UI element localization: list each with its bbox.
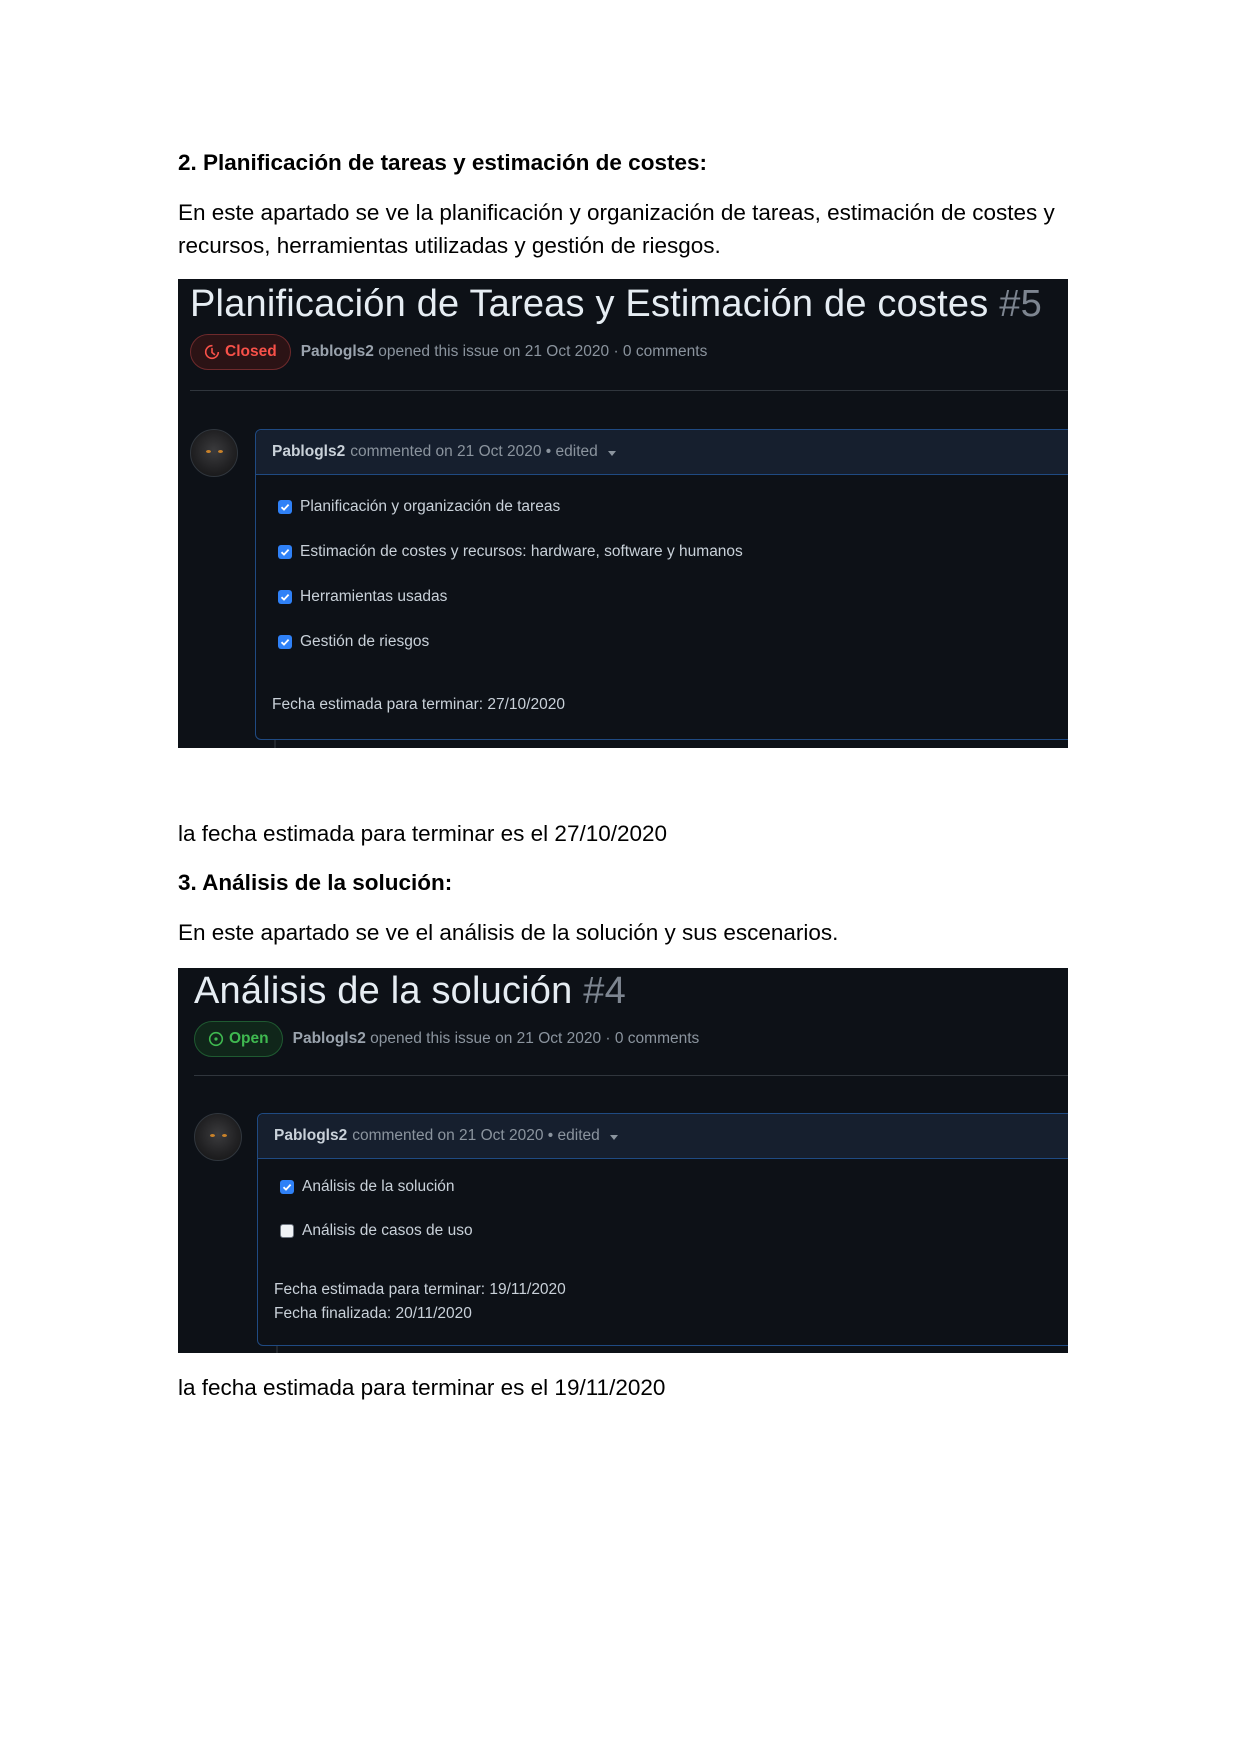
task-item[interactable]: Estimación de costes y recursos: hardwar… — [278, 543, 743, 561]
comment-box: Pablogls2 commented on 21 Oct 2020 • edi… — [255, 429, 1068, 740]
avatar[interactable] — [194, 1113, 242, 1161]
state-label: Closed — [225, 343, 277, 360]
section-3-after-text: la fecha estimada para terminar es el 19… — [178, 1375, 666, 1400]
finished-date-note: Fecha finalizada: 20/11/2020 — [274, 1305, 472, 1322]
issue-meta-text: opened this issue on 21 Oct 2020 · 0 com… — [378, 343, 708, 360]
section-3-intro: En este apartado se ve el análisis de la… — [178, 920, 839, 945]
task-item[interactable]: Análisis de casos de uso — [280, 1222, 473, 1240]
section-2-intro-line-2: recursos, herramientas utilizadas y gest… — [178, 233, 721, 258]
edited-dropdown-caret-icon[interactable] — [607, 451, 616, 456]
comment-author-link[interactable]: Pablogls2 — [272, 443, 345, 461]
avatar-eye-right — [218, 450, 223, 453]
section-2-after-text: la fecha estimada para terminar es el 27… — [178, 821, 668, 846]
task-item[interactable]: Herramientas usadas — [278, 588, 447, 606]
avatar-eye-left — [210, 1134, 215, 1137]
issue-meta-text: opened this issue on 21 Oct 2020 · 0 com… — [370, 1030, 700, 1047]
task-item[interactable]: Planificación y organización de tareas — [278, 498, 560, 516]
issue-title-text: Análisis de la solución — [194, 970, 573, 1012]
checkbox-unchecked-icon[interactable] — [280, 1224, 294, 1238]
comment-header: Pablogls2 commented on 21 Oct 2020 • edi… — [258, 1114, 1068, 1159]
comment-header: Pablogls2 commented on 21 Oct 2020 • edi… — [256, 430, 1068, 475]
issue-title: Análisis de la solución #4 — [194, 970, 626, 1013]
task-label: Análisis de casos de uso — [302, 1222, 473, 1239]
comment-meta: commented on 21 Oct 2020 • edited — [352, 1127, 600, 1144]
avatar-eye-left — [206, 450, 211, 453]
timeline-line — [276, 1345, 278, 1353]
comment-meta: commented on 21 Oct 2020 • edited — [350, 443, 598, 460]
header-divider — [190, 390, 1068, 391]
issue-4-screenshot: Análisis de la solución #4 Open Pablogls… — [178, 968, 1068, 1353]
task-label: Análisis de la solución — [302, 1178, 455, 1195]
checkbox-checked-icon[interactable] — [278, 500, 292, 514]
issue-title: Planificación de Tareas y Estimación de … — [190, 283, 1042, 326]
issue-meta-row: Open Pablogls2 opened this issue on 21 O… — [194, 1021, 699, 1057]
issue-author-link[interactable]: Pablogls2 — [301, 343, 374, 360]
state-label: Open — [229, 1030, 269, 1047]
section-2-heading: 2. Planificación de tareas y estimación … — [178, 150, 707, 175]
task-item[interactable]: Gestión de riesgos — [278, 633, 429, 651]
issue-meta: Pablogls2 opened this issue on 21 Oct 20… — [301, 343, 708, 361]
estimated-date-note: Fecha estimada para terminar: 19/11/2020 — [274, 1281, 566, 1298]
section-3-heading: 3. Análisis de la solución: — [178, 870, 453, 895]
comment-box: Pablogls2 commented on 21 Oct 2020 • edi… — [257, 1113, 1068, 1346]
issue-5-screenshot: Planificación de Tareas y Estimación de … — [178, 279, 1068, 748]
issue-number: #4 — [583, 970, 626, 1012]
task-label: Planificación y organización de tareas — [300, 498, 561, 515]
closed-state-badge: Closed — [190, 334, 291, 370]
checkbox-checked-icon[interactable] — [278, 545, 292, 559]
comment-author-link[interactable]: Pablogls2 — [274, 1127, 347, 1145]
closed-issue-icon — [204, 344, 220, 360]
section-2-intro-line-1: En este apartado se ve la planificación … — [178, 200, 1055, 225]
issue-meta: Pablogls2 opened this issue on 21 Oct 20… — [293, 1030, 700, 1048]
checkbox-checked-icon[interactable] — [280, 1180, 294, 1194]
checkbox-checked-icon[interactable] — [278, 590, 292, 604]
task-label: Herramientas usadas — [300, 588, 448, 605]
timeline-line — [274, 739, 276, 748]
issue-number: #5 — [999, 283, 1042, 325]
task-label: Estimación de costes y recursos: hardwar… — [300, 543, 743, 560]
task-item[interactable]: Análisis de la solución — [280, 1178, 455, 1196]
estimated-date-note: Fecha estimada para terminar: 27/10/2020 — [272, 696, 565, 713]
document-page: 2. Planificación de tareas y estimación … — [0, 0, 1240, 1754]
edited-dropdown-caret-icon[interactable] — [609, 1135, 618, 1140]
checkbox-checked-icon[interactable] — [278, 635, 292, 649]
avatar[interactable] — [190, 429, 238, 477]
open-state-badge: Open — [194, 1021, 283, 1057]
issue-title-text: Planificación de Tareas y Estimación de … — [190, 283, 989, 325]
header-divider — [194, 1075, 1068, 1076]
avatar-eye-right — [222, 1134, 227, 1137]
open-issue-icon — [208, 1031, 224, 1047]
task-label: Gestión de riesgos — [300, 633, 430, 650]
issue-meta-row: Closed Pablogls2 opened this issue on 21… — [190, 334, 707, 370]
issue-author-link[interactable]: Pablogls2 — [293, 1030, 366, 1047]
